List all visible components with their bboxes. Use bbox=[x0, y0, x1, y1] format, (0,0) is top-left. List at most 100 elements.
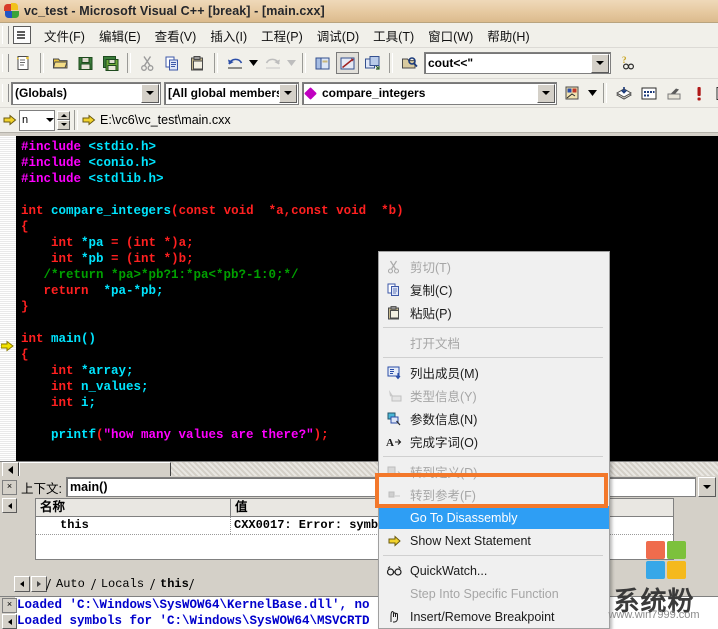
tab-scroll-right-icon[interactable] bbox=[31, 576, 47, 592]
editor-hscrollbar[interactable] bbox=[0, 461, 718, 478]
tab-scroll-left-icon[interactable] bbox=[14, 576, 30, 592]
history-combo[interactable]: n bbox=[19, 109, 55, 131]
context-menu-item[interactable]: 列出成员(M) bbox=[379, 361, 609, 384]
editor-gutter[interactable] bbox=[0, 136, 17, 461]
context-menu-item: 类型信息(Y) bbox=[379, 384, 609, 407]
symbol-combo[interactable]: compare_integers bbox=[302, 81, 557, 105]
menubar-grip[interactable] bbox=[2, 26, 9, 44]
redo-icon[interactable] bbox=[261, 52, 284, 74]
visual-cpp-window: vc_test - Microsoft Visual C++ [break] -… bbox=[0, 0, 718, 629]
code-line: int *pa = (int *)a; bbox=[21, 235, 718, 251]
tab-this[interactable]: this bbox=[152, 577, 197, 591]
find-combo[interactable]: cout<<" bbox=[424, 52, 611, 74]
spin-down-icon[interactable] bbox=[57, 120, 70, 130]
context-menu-label: 参数信息(N) bbox=[410, 413, 478, 427]
menu-view[interactable]: 查看(V) bbox=[148, 24, 204, 47]
save-all-icon[interactable] bbox=[99, 52, 122, 74]
output-window-icon[interactable] bbox=[336, 52, 359, 74]
code-token: #include bbox=[21, 172, 89, 186]
context-menu-label: 复制(C) bbox=[410, 284, 453, 298]
code-token: *pa-*pb; bbox=[103, 284, 164, 298]
open-folder-icon[interactable] bbox=[49, 52, 72, 74]
execute-icon[interactable] bbox=[687, 82, 710, 104]
menu-separator bbox=[383, 456, 603, 457]
close-icon[interactable]: × bbox=[2, 479, 17, 495]
context-menu-item[interactable]: QuickWatch... bbox=[379, 559, 609, 582]
code-token: <stdlib.h> bbox=[88, 172, 164, 186]
context-menu-item[interactable]: 参数信息(N) bbox=[379, 407, 609, 430]
members-combo[interactable]: [All global members bbox=[164, 81, 299, 105]
function-diamond-icon bbox=[304, 86, 317, 100]
copy-icon[interactable] bbox=[161, 52, 184, 74]
compile-icon[interactable] bbox=[612, 82, 635, 104]
menu-edit[interactable]: 编辑(E) bbox=[92, 24, 148, 47]
code-token: *pb bbox=[81, 252, 104, 266]
editor-context-menu[interactable]: 剪切(T) 复制(C) 粘贴(P) 打开文档 列出成员(M) 类型信息(Y) 参数信息(N)… bbox=[378, 251, 610, 629]
location-bar: n E:\vc6\vc_test\main.cxx bbox=[0, 108, 718, 133]
undo-icon[interactable] bbox=[223, 52, 246, 74]
history-dropdown-icon[interactable] bbox=[46, 118, 54, 122]
column-name: 名称 bbox=[36, 499, 231, 516]
context-menu-label: Insert/Remove Breakpoint bbox=[410, 609, 555, 624]
context-dropdown-icon[interactable] bbox=[698, 477, 716, 497]
new-file-icon[interactable] bbox=[12, 52, 35, 74]
menu-project[interactable]: 工程(P) bbox=[254, 24, 310, 47]
scope-combo[interactable]: (Globals) bbox=[11, 81, 161, 105]
code-token: int bbox=[133, 252, 164, 266]
workspace-icon[interactable] bbox=[311, 52, 334, 74]
cut-icon[interactable] bbox=[136, 52, 159, 74]
find-in-files-icon[interactable] bbox=[398, 52, 421, 74]
symbol-dropdown-icon[interactable] bbox=[537, 83, 555, 103]
help-search-icon[interactable]: ? bbox=[617, 52, 640, 74]
stop-build-icon[interactable] bbox=[662, 82, 685, 104]
menu-tools[interactable]: 工具(T) bbox=[366, 24, 421, 47]
code-editor[interactable]: #include <stdio.h> #include <conio.h> #inc… bbox=[0, 136, 718, 461]
code-token: return bbox=[21, 284, 104, 298]
code-token: #include bbox=[21, 156, 89, 170]
menu-debug[interactable]: 调试(D) bbox=[310, 24, 366, 47]
wizardbar-grip[interactable] bbox=[2, 84, 9, 102]
tab-locals[interactable]: Locals bbox=[93, 577, 152, 591]
redo-dropdown-icon[interactable] bbox=[286, 52, 297, 74]
file-path: E:\vc6\vc_test\main.cxx bbox=[100, 113, 231, 127]
paste-icon[interactable] bbox=[186, 52, 209, 74]
context-menu-item[interactable]: Insert/Remove Breakpoint bbox=[379, 605, 609, 628]
toolbar-grip[interactable] bbox=[2, 54, 9, 72]
none bbox=[383, 585, 405, 603]
code-line: /*return *pa>*pb?1:*pa<*pb?-1:0;*/ bbox=[21, 267, 718, 283]
context-menu-item[interactable]: A 完成字词(O) bbox=[379, 430, 609, 453]
context-menu-item[interactable]: Show Next Statement bbox=[379, 529, 609, 552]
menu-insert[interactable]: 插入(I) bbox=[203, 24, 254, 47]
menu-bar: 文件(F) 编辑(E) 查看(V) 插入(I) 工程(P) 调试(D) 工具(T… bbox=[0, 23, 718, 48]
undo-dropdown-icon[interactable] bbox=[248, 52, 259, 74]
context-menu-item[interactable]: 复制(C) bbox=[379, 278, 609, 301]
context-menu-item[interactable]: 粘贴(P) bbox=[379, 301, 609, 324]
members-dropdown-icon[interactable] bbox=[279, 83, 297, 103]
find-dropdown-icon[interactable] bbox=[591, 53, 609, 73]
go-icon[interactable] bbox=[712, 82, 718, 104]
scope-dropdown-icon[interactable] bbox=[141, 83, 159, 103]
tab-auto[interactable]: Auto bbox=[48, 577, 93, 591]
menu-separator bbox=[383, 555, 603, 556]
menu-file[interactable]: 文件(F) bbox=[37, 24, 92, 47]
context-menu-label: 列出成员(M) bbox=[410, 367, 479, 381]
context-menu-item[interactable]: Go To Disassembly bbox=[379, 506, 609, 529]
code-text[interactable]: #include <stdio.h> #include <conio.h> #inc… bbox=[17, 136, 718, 461]
code-line: int compare_integers(const void *a,const… bbox=[21, 203, 718, 219]
build-icon[interactable] bbox=[637, 82, 660, 104]
class-wizard-icon[interactable] bbox=[561, 82, 584, 104]
code-line: { bbox=[21, 347, 718, 363]
nav-spinner[interactable] bbox=[57, 110, 70, 130]
window-list-icon[interactable] bbox=[361, 52, 384, 74]
variables-scroll-left-icon[interactable] bbox=[2, 498, 17, 513]
menu-separator bbox=[383, 357, 603, 358]
spin-up-icon[interactable] bbox=[57, 110, 70, 120]
class-wizard-dropdown-icon[interactable] bbox=[586, 82, 598, 104]
save-icon[interactable] bbox=[74, 52, 97, 74]
annotation-highlight-box bbox=[375, 473, 608, 508]
menu-help[interactable]: 帮助(H) bbox=[480, 24, 536, 47]
find-input[interactable]: cout<<" bbox=[425, 56, 591, 70]
complete-word-icon: A bbox=[383, 433, 405, 451]
menu-window[interactable]: 窗口(W) bbox=[421, 24, 480, 47]
